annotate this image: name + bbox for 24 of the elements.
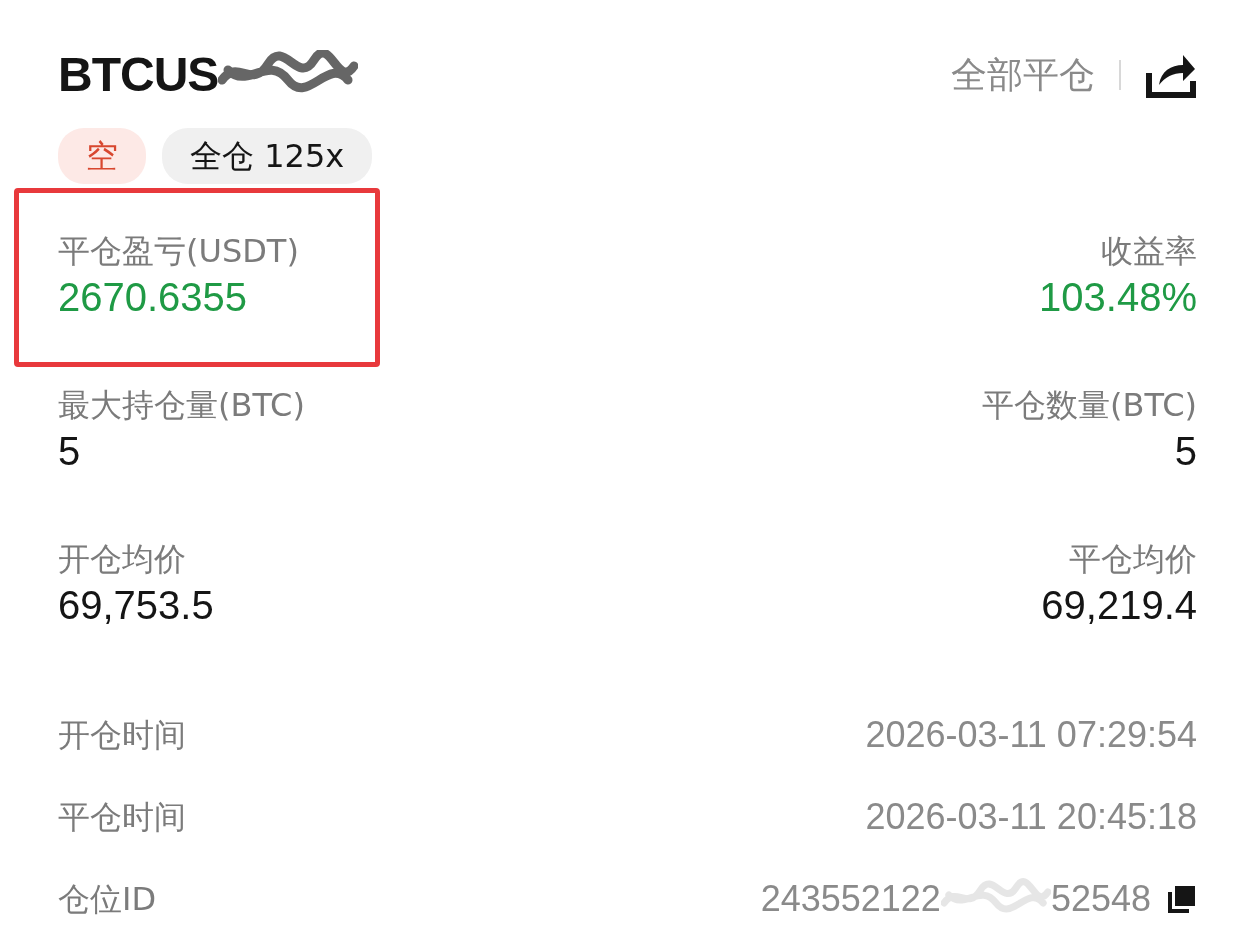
detail-label: 仓位ID [58,879,157,919]
detail-value: 52548 [1050,877,1151,921]
page-title: BTCUS [58,47,219,103]
stat-value: 2670.6355 [58,274,249,322]
stat-label: 开仓均价 [58,540,187,579]
stat-label: 最大持仓量(BTC) [58,386,305,425]
stat-value: 69,219.4 [1041,582,1197,630]
stat-value: 5 [1173,428,1197,476]
detail-value: 2026-03-11 07:29:54 [865,713,1197,757]
detail-label: 平仓时间 [58,797,186,837]
stat-label: 平仓数量(BTC) [982,386,1197,425]
detail-value: 243552122 [760,877,941,921]
side-tag: 空 [58,128,146,184]
copy-icon[interactable] [1167,884,1197,914]
stat-value: 5 [58,428,82,476]
stat-value: 69,753.5 [58,582,214,630]
detail-label: 开仓时间 [58,715,186,755]
detail-value: 2026-03-11 20:45:18 [865,795,1197,839]
stat-label: 平仓盈亏(USDT) [58,232,299,271]
margin-tag: 全仓 125x [162,128,373,184]
stat-label: 收益率 [1100,232,1197,271]
close-all-button[interactable]: 全部平仓 [951,48,1095,102]
stat-value: 103.48% [1039,274,1197,322]
stat-label: 平仓均价 [1068,540,1197,579]
